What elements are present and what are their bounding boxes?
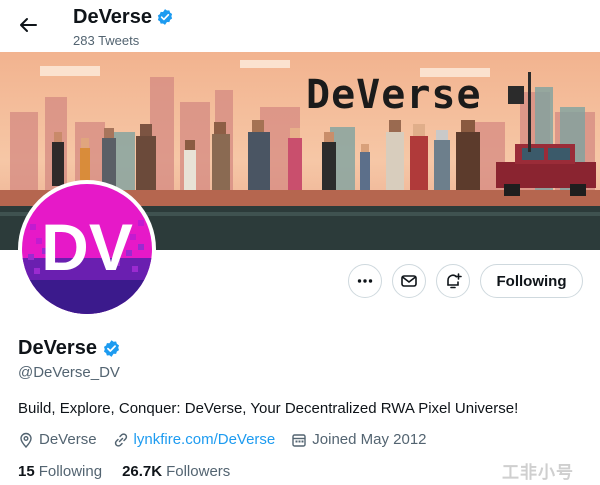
back-button[interactable]: [14, 11, 42, 39]
profile-stats: 15 Following 26.7K Followers: [18, 463, 250, 480]
svg-text:DV: DV: [41, 210, 133, 284]
following-stat[interactable]: 15 Following: [18, 463, 102, 480]
verified-badge-icon: [157, 9, 173, 25]
top-bar: DeVerse 283 Tweets: [0, 0, 600, 52]
more-button[interactable]: [348, 264, 382, 298]
mail-icon: [401, 275, 417, 287]
following-button[interactable]: Following: [480, 264, 583, 298]
more-dots-icon: [357, 279, 373, 283]
location-pin-icon: [20, 432, 32, 448]
message-button[interactable]: [392, 264, 426, 298]
joined-item: Joined May 2012: [291, 431, 427, 448]
website-item[interactable]: lynkfire.com/DeVerse: [113, 431, 276, 448]
tweet-count: 283 Tweets: [73, 33, 140, 48]
location-item: DeVerse: [18, 431, 97, 448]
followers-stat[interactable]: 26.7K Followers: [122, 463, 230, 480]
joined-text: Joined May 2012: [312, 431, 427, 448]
website-link[interactable]: lynkfire.com/DeVerse: [134, 431, 276, 448]
location-text: DeVerse: [39, 431, 97, 448]
back-arrow-icon: [20, 18, 37, 32]
profile-meta: DeVerse lynkfire.com/DeVerse Joined May …: [18, 431, 443, 448]
header-title: DeVerse 283 Tweets: [73, 5, 174, 48]
watermark: 工非小号: [502, 463, 574, 482]
followers-label: Followers: [166, 463, 231, 480]
followers-count: 26.7K: [122, 463, 163, 480]
profile-handle: @DeVerse_DV: [18, 364, 120, 381]
profile-avatar[interactable]: DV: [18, 180, 156, 318]
profile-name-block: DeVerse @DeVerse_DV: [18, 336, 121, 381]
following-label: Following: [38, 463, 103, 480]
calendar-icon: [292, 433, 306, 447]
verified-badge-icon[interactable]: [102, 339, 121, 358]
bell-plus-icon: [447, 273, 462, 289]
header-name: DeVerse: [73, 6, 152, 28]
profile-bio: Build, Explore, Conquer: DeVerse, Your D…: [18, 400, 519, 417]
link-icon: [114, 432, 127, 447]
avatar-image: DV: [22, 184, 152, 314]
profile-name: DeVerse: [18, 337, 97, 359]
following-count: 15: [18, 463, 35, 480]
notify-button[interactable]: [436, 264, 470, 298]
svg-text:DeVerse: DeVerse: [306, 72, 482, 118]
